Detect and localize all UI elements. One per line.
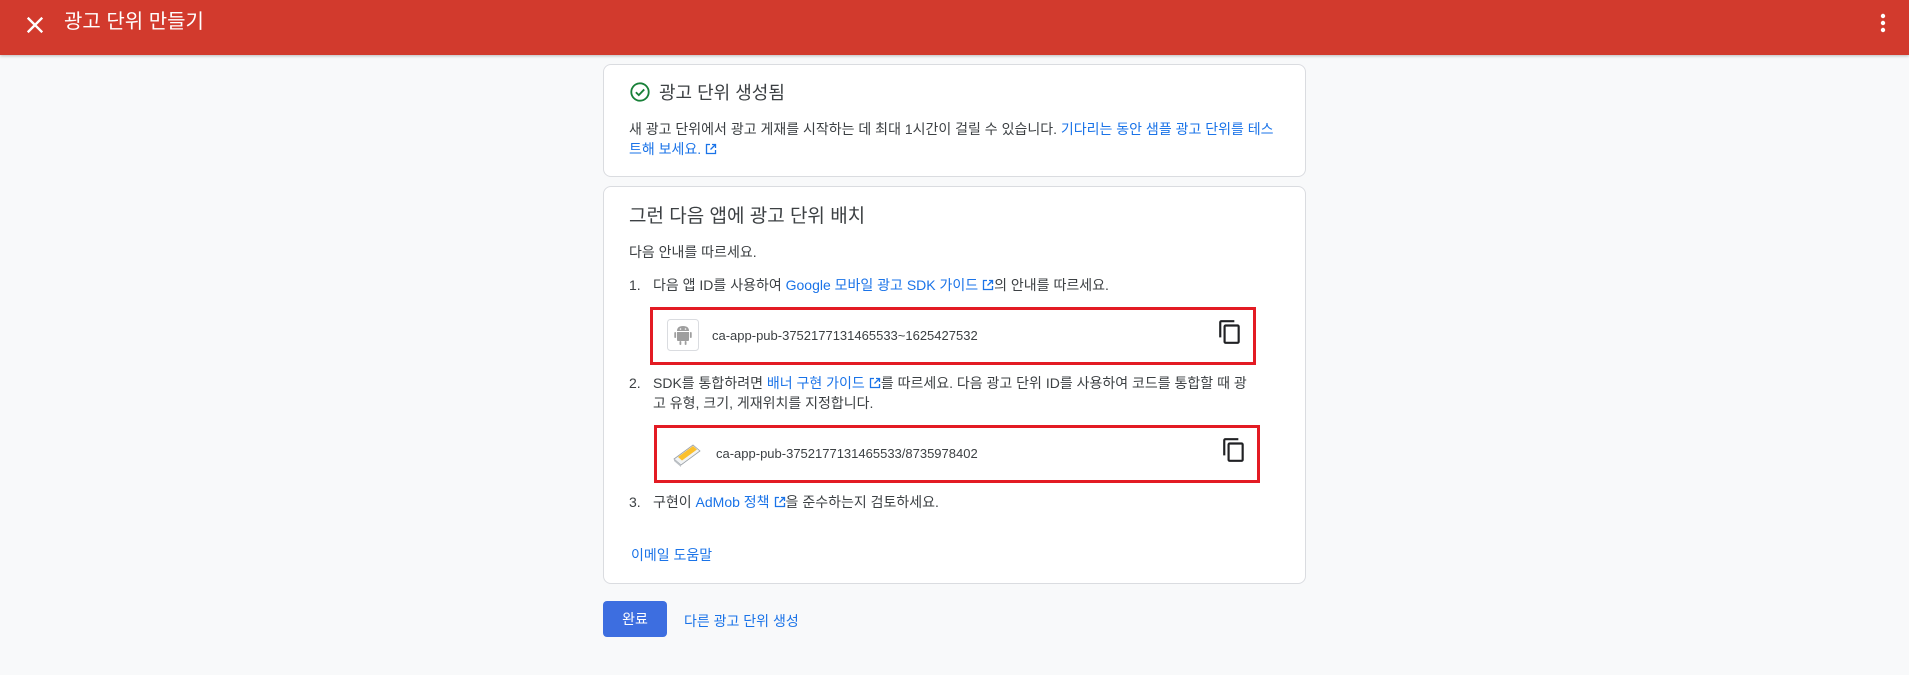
external-link-icon bbox=[869, 377, 880, 389]
email-help-link[interactable]: 이메일 도움말 bbox=[631, 545, 712, 565]
external-link-icon bbox=[706, 143, 717, 155]
app-id-value: ca-app-pub-3752177131465533~1625427532 bbox=[712, 328, 978, 343]
app-id-box: ca-app-pub-3752177131465533~1625427532 bbox=[650, 307, 1256, 365]
success-message: 새 광고 단위에서 광고 게재를 시작하는 데 최대 1시간이 걸릴 수 있습니… bbox=[629, 121, 1274, 157]
close-icon[interactable] bbox=[24, 14, 46, 36]
copy-icon[interactable] bbox=[1217, 319, 1243, 345]
create-another-ad-unit-link[interactable]: 다른 광고 단위 생성 bbox=[684, 611, 799, 631]
more-vert-icon[interactable] bbox=[1879, 12, 1887, 34]
page-title: 광고 단위 만들기 bbox=[64, 11, 204, 33]
banner-guide-link[interactable]: 배너 구현 가이드 bbox=[767, 375, 881, 391]
external-link-icon bbox=[982, 279, 994, 291]
done-button[interactable]: 완료 bbox=[603, 601, 667, 637]
banner-ad-icon bbox=[673, 444, 701, 467]
check-circle-icon bbox=[630, 82, 650, 102]
ad-unit-id-value: ca-app-pub-3752177131465533/8735978402 bbox=[716, 446, 978, 461]
sdk-guide-link[interactable]: Google 모바일 광고 SDK 가이드 bbox=[786, 277, 995, 293]
android-icon bbox=[667, 319, 699, 351]
ad-unit-id-box: ca-app-pub-3752177131465533/8735978402 bbox=[654, 425, 1260, 483]
top-app-bar: 광고 단위 만들기 bbox=[0, 0, 1909, 55]
success-card: 광고 단위 생성됨 새 광고 단위에서 광고 게재를 시작하는 데 최대 1시간… bbox=[603, 64, 1306, 177]
copy-icon[interactable] bbox=[1221, 437, 1247, 463]
placement-card: 그런 다음 앱에 광고 단위 배치 다음 안내를 따르세요. 1. 다음 앱 I… bbox=[603, 186, 1306, 584]
external-link-icon bbox=[774, 496, 785, 508]
admob-policy-link[interactable]: AdMob 정책 bbox=[696, 494, 786, 510]
placement-heading: 그런 다음 앱에 광고 단위 배치 bbox=[629, 206, 866, 227]
placement-intro: 다음 안내를 따르세요. bbox=[629, 244, 757, 260]
success-title: 광고 단위 생성됨 bbox=[659, 83, 785, 103]
